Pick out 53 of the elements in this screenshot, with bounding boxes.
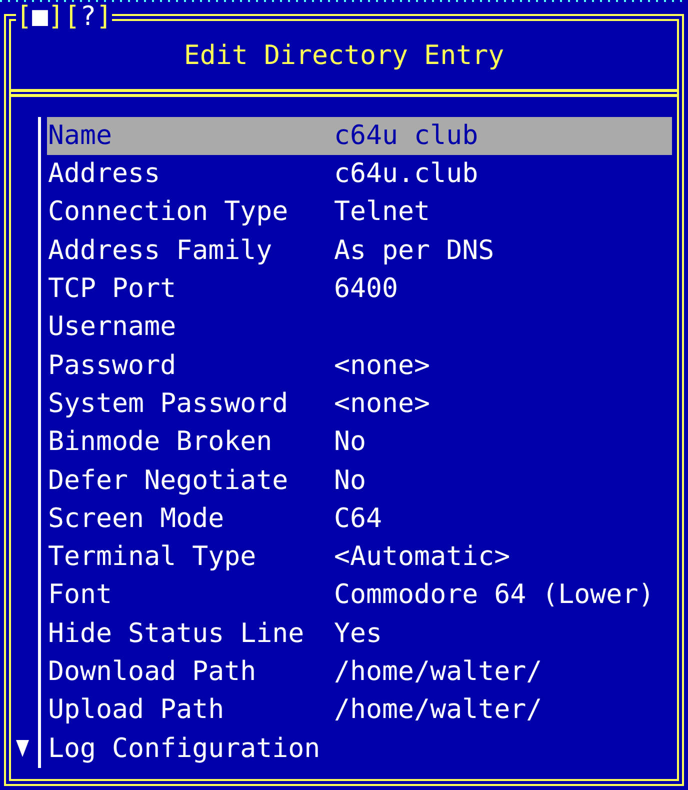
setting-value: c64u club (334, 122, 478, 150)
close-button[interactable]: [■] (16, 4, 64, 30)
setting-row[interactable]: Username (47, 308, 672, 347)
scroll-down-arrow-icon[interactable] (16, 740, 29, 758)
setting-label: Name (47, 122, 114, 150)
setting-value: C64 (334, 506, 382, 532)
setting-label: Hide Status Line (47, 620, 306, 648)
setting-row[interactable]: Password <none> (47, 346, 672, 386)
setting-label: Download Path (47, 659, 258, 686)
setting-value: 6400 (334, 276, 398, 303)
setting-label: Binmode Broken (47, 429, 274, 456)
setting-value: No (334, 468, 366, 494)
setting-value: <none> (334, 390, 430, 418)
setting-row[interactable]: Binmode Broken No (47, 423, 672, 462)
setting-row[interactable]: Address c64u.club (47, 155, 672, 194)
setting-value: As per DNS (334, 238, 494, 264)
setting-value: c64u.club (334, 161, 478, 188)
setting-value: <none> (334, 352, 430, 380)
setting-row[interactable]: Hide Status Line Yes (47, 614, 672, 654)
setting-value: Telnet (334, 199, 430, 226)
setting-label: Username (47, 314, 178, 341)
help-button[interactable]: [?] (64, 4, 112, 30)
window-title: Edit Directory Entry (184, 42, 504, 70)
setting-value: Yes (334, 620, 382, 648)
setting-row[interactable]: Screen Mode C64 (47, 500, 672, 538)
setting-label: Upload Path (47, 697, 226, 724)
setting-label: TCP Port (47, 276, 178, 303)
setting-row[interactable]: Upload Path /home/walter/ (47, 691, 672, 730)
setting-value: No (334, 429, 366, 456)
setting-label: Password (47, 352, 178, 380)
setting-label: Terminal Type (47, 544, 258, 571)
setting-row[interactable]: Download Path /home/walter/ (47, 653, 672, 692)
setting-row[interactable]: Terminal Type <Automatic> (47, 538, 672, 577)
setting-label: Font (47, 582, 114, 609)
setting-label: Address (47, 161, 162, 188)
setting-row[interactable]: Address Family As per DNS (47, 232, 672, 270)
setting-label: Connection Type (47, 199, 290, 226)
setting-row[interactable]: TCP Port 6400 (47, 270, 672, 308)
setting-row[interactable]: System Password <none> (47, 385, 672, 424)
setting-row[interactable]: Log Configuration (47, 730, 672, 768)
setting-value: /home/walter/ (334, 659, 542, 686)
setting-row[interactable]: Font Commodore 64 (Lower) (47, 576, 672, 615)
setting-label: System Password (47, 390, 290, 418)
setting-label: Log Configuration (47, 736, 322, 762)
setting-label: Defer Negotiate (47, 468, 290, 494)
setting-row[interactable]: Connection Type Telnet (47, 194, 672, 232)
setting-label: Screen Mode (47, 506, 226, 532)
setting-value: <Automatic> (334, 544, 510, 571)
setting-label: Address Family (47, 238, 274, 264)
setting-value: Commodore 64 (Lower) (334, 582, 654, 609)
setting-value: /home/walter/ (334, 697, 542, 724)
setting-row[interactable]: Defer Negotiate No (47, 462, 672, 500)
setting-row[interactable]: Name c64u club (47, 117, 672, 156)
